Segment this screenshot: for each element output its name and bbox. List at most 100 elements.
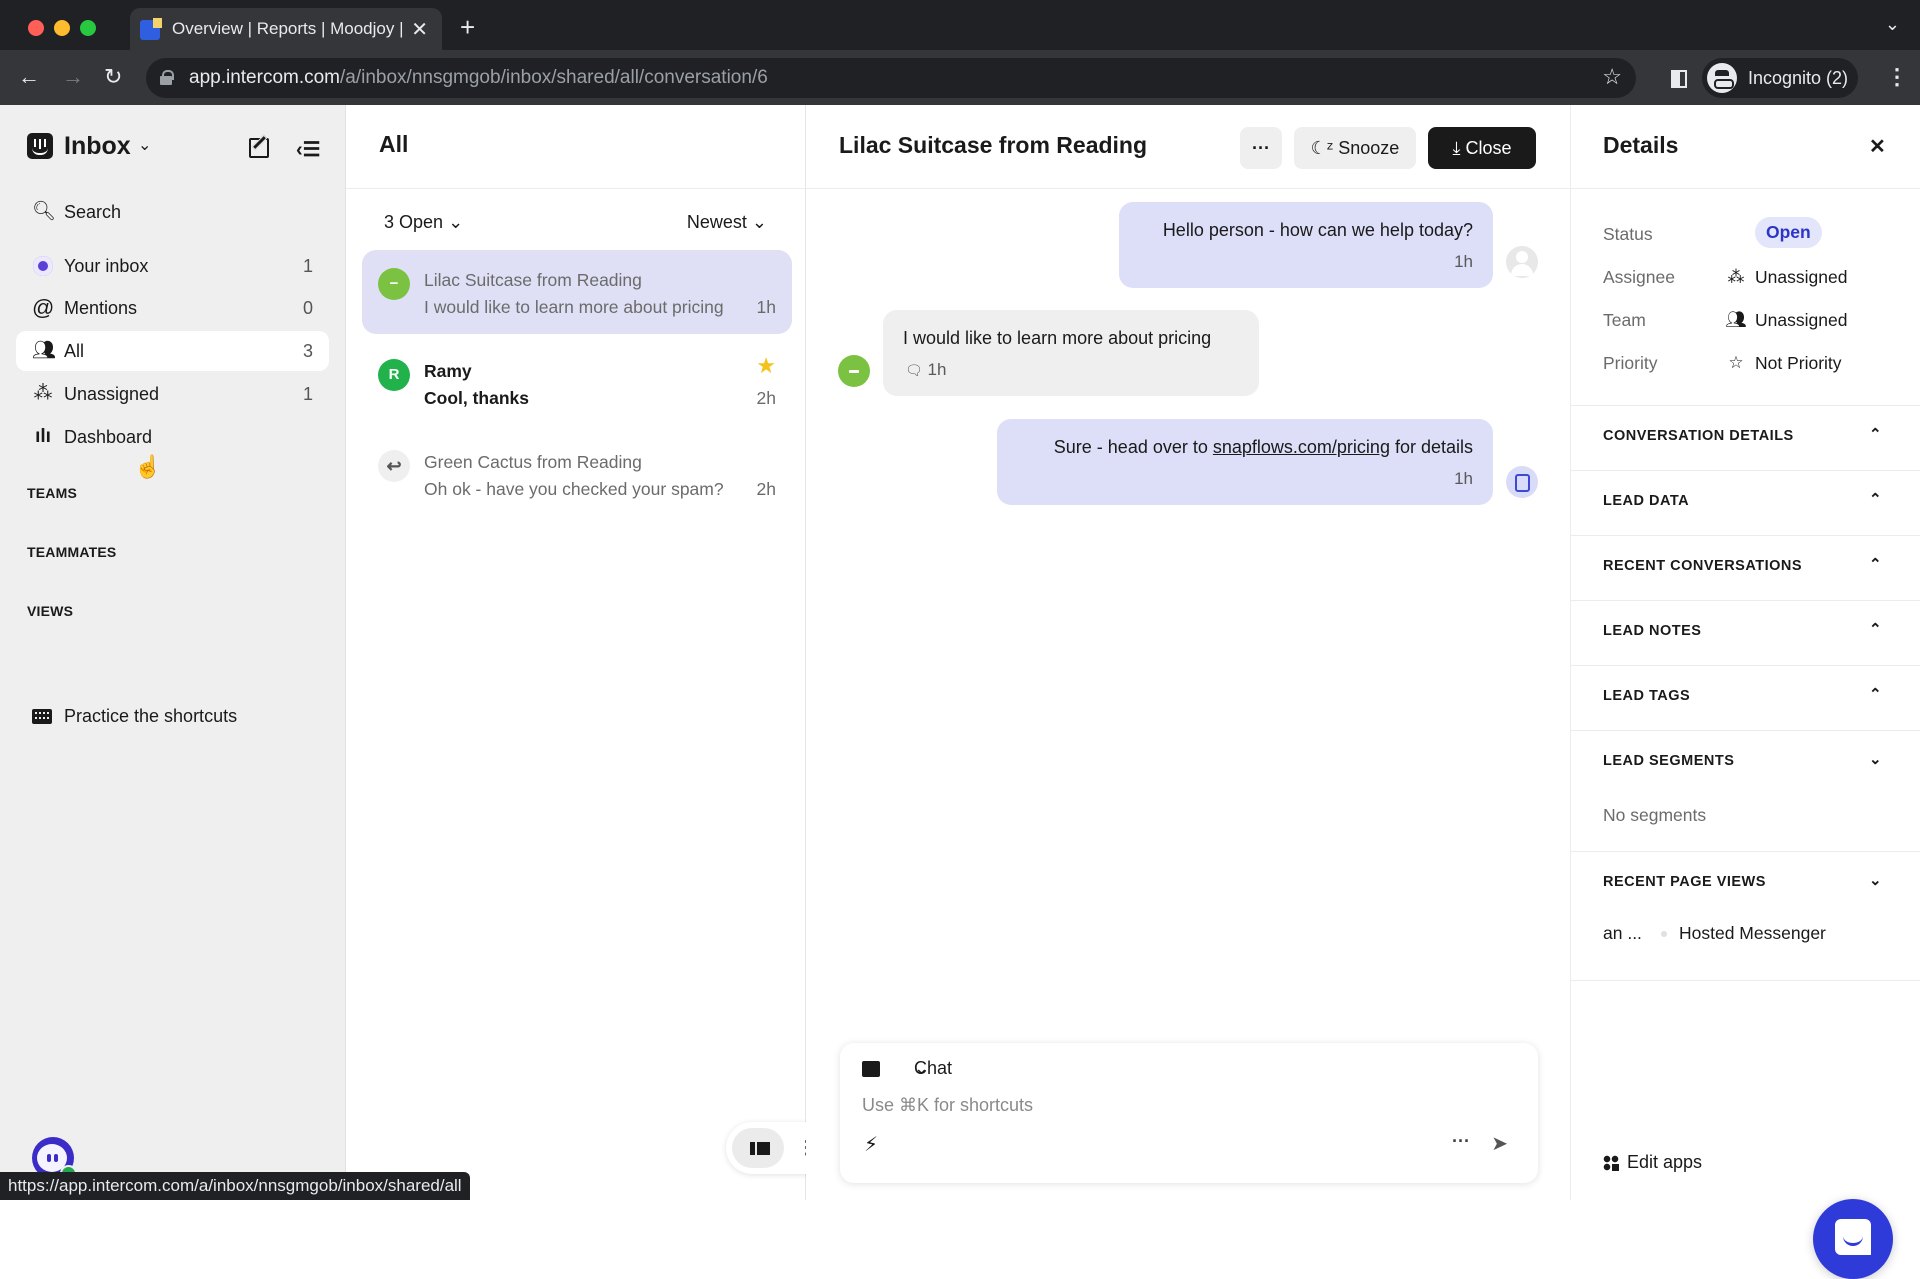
sidebar-item-mentions[interactable]: @ Mentions 0 — [16, 288, 329, 328]
details-title: Details — [1603, 132, 1679, 158]
address-bar[interactable]: app.intercom.com/a/inbox/nnsgmgob/inbox/… — [146, 58, 1636, 98]
bookmark-star-icon[interactable]: ☆ — [1602, 64, 1622, 90]
tab-search-chevron-icon[interactable]: ⌄ — [1885, 14, 1900, 35]
browser-tab[interactable]: Overview | Reports | Moodjoy | ✕ — [130, 8, 442, 50]
page-view-item[interactable]: an ... Hosted Messenger — [1603, 923, 1826, 944]
close-label: Close — [1465, 138, 1512, 158]
conversation-preview: Oh ok - have you checked your spam? — [424, 479, 724, 499]
section-label: LEAD SEGMENTS — [1603, 753, 1735, 769]
conversation-panel: Lilac Suitcase from Reading ··· ☾ᶻ Snooz… — [806, 105, 1570, 1200]
tab-title: Overview | Reports | Moodjoy | — [172, 19, 404, 38]
inbox-switcher[interactable]: Inbox — [64, 132, 131, 161]
tab-close-icon[interactable]: ✕ — [411, 17, 428, 42]
chevron-up-icon: ⌃ — [1869, 556, 1882, 573]
side-panel-icon[interactable] — [1671, 70, 1687, 88]
message-text: Hello person - how can we help today? — [1162, 220, 1473, 240]
section-lead-tags[interactable]: LEAD TAGS ⌃ — [1571, 665, 1920, 730]
chevron-down-icon[interactable]: ⌄ — [138, 135, 151, 155]
shortcuts-label: Practice the shortcuts — [64, 706, 238, 726]
status-filter-dropdown[interactable]: 3 Open ⌄ — [384, 212, 463, 233]
composer-input[interactable]: Use ⌘K for shortcuts — [862, 1095, 1033, 1116]
window-close-button[interactable] — [28, 20, 44, 36]
send-icon[interactable]: ➤ — [1491, 1131, 1508, 1156]
reload-button[interactable]: ↻ — [104, 64, 122, 90]
section-label: LEAD NOTES — [1603, 623, 1702, 639]
split-view-icon[interactable] — [732, 1128, 784, 1168]
compose-icon[interactable] — [249, 138, 269, 158]
chevron-down-icon: ⌄ — [448, 212, 464, 232]
chevron-up-icon: ⌃ — [1869, 491, 1882, 508]
conversation-list-panel: All 3 Open ⌄ Newest ⌄ − Lilac Suitcase f… — [346, 105, 846, 1200]
section-teammates[interactable]: TEAMMATES — [27, 544, 116, 560]
star-icon[interactable]: ★ — [756, 353, 776, 379]
address-url[interactable]: app.intercom.com/a/inbox/nnsgmgob/inbox/… — [189, 67, 768, 89]
section-label: RECENT PAGE VIEWS — [1603, 874, 1766, 890]
new-tab-button[interactable]: + — [460, 12, 475, 43]
section-teams[interactable]: TEAMS — [27, 485, 77, 501]
sidebar-item-your-inbox[interactable]: Your inbox 1 — [16, 246, 329, 286]
conversation-preview: I would like to learn more about pricing — [424, 297, 724, 317]
snooze-button[interactable]: ☾ᶻ Snooze — [1294, 127, 1416, 169]
conversation-item[interactable]: ↩ Green Cactus from Reading Oh ok - have… — [362, 432, 792, 516]
sort-label: Newest — [686, 212, 747, 232]
attribute-label: Team — [1603, 310, 1646, 330]
conversation-header: Lilac Suitcase from Reading ··· ☾ᶻ Snooz… — [806, 105, 1570, 189]
lightning-icon[interactable]: ⚡︎ — [864, 1132, 878, 1157]
your-inbox-icon — [32, 255, 54, 277]
page-view-time: an ... — [1603, 923, 1642, 943]
lock-icon — [160, 70, 174, 85]
conversation-item[interactable]: R Ramy Cool, thanks ★ 2h — [362, 341, 792, 425]
snooze-icon: ☾ᶻ — [1310, 138, 1334, 158]
section-conversation-details[interactable]: CONVERSATION DETAILS ⌃ — [1571, 405, 1920, 470]
sort-dropdown[interactable]: Newest ⌄ — [687, 212, 767, 233]
section-recent-conversations[interactable]: RECENT CONVERSATIONS ⌃ — [1571, 535, 1920, 600]
chevron-up-icon: ⌃ — [1869, 686, 1882, 703]
chat-icon: 🗨︎ — [905, 362, 923, 378]
close-icon[interactable]: ✕ — [1869, 134, 1886, 159]
back-button[interactable]: ← — [18, 64, 40, 90]
message-text: I would like to learn more about pricing — [903, 328, 1212, 348]
section-lead-data[interactable]: LEAD DATA ⌃ — [1571, 470, 1920, 535]
conversation-name: Lilac Suitcase from Reading — [424, 270, 642, 290]
collapse-sidebar-icon[interactable]: ‹☰ — [296, 137, 321, 162]
unassigned-icon: ⁂ — [33, 383, 53, 404]
sidebar-item-count: 1 — [302, 256, 313, 276]
sidebar-search[interactable]: 🔍︎ Search — [16, 192, 329, 232]
profile-button[interactable]: Incognito (2) — [1702, 58, 1858, 98]
star-outline-icon: ☆ — [1728, 353, 1744, 372]
reply-composer[interactable]: Chat ⌄ Use ⌘K for shortcuts ⚡︎ ··· ➤ — [840, 1043, 1538, 1183]
chevron-down-icon: ⌄ — [1869, 751, 1882, 768]
sidebar-item-all[interactable]: 👥︎ All 3 — [16, 331, 329, 371]
section-lead-notes[interactable]: LEAD NOTES ⌃ — [1571, 600, 1920, 665]
chevron-up-icon: ⌃ — [1869, 426, 1882, 443]
browser-tab-strip: Overview | Reports | Moodjoy | ✕ + ⌄ — [0, 0, 1920, 50]
intercom-logo-icon — [27, 133, 53, 159]
section-views[interactable]: VIEWS — [27, 603, 73, 619]
sidebar-item-unassigned[interactable]: ⁂ Unassigned 1 — [16, 374, 329, 414]
more-actions-button[interactable]: ··· — [1240, 127, 1282, 169]
attribute-value: Unassigned — [1755, 267, 1848, 287]
section-label: CONVERSATION DETAILS — [1603, 428, 1794, 444]
incognito-icon — [1707, 63, 1737, 93]
window-maximize-button[interactable] — [80, 20, 96, 36]
browser-menu-icon[interactable]: ⋮ — [1886, 64, 1908, 90]
attribute-label: Status — [1603, 224, 1653, 244]
conversation-item[interactable]: − Lilac Suitcase from Reading I would li… — [362, 250, 792, 334]
message-outgoing: Hello person - how can we help today? 1h — [1119, 202, 1493, 288]
edit-apps-label: Edit apps — [1627, 1152, 1703, 1172]
forward-button[interactable]: → — [62, 64, 84, 90]
attribute-value: Not Priority — [1755, 353, 1842, 373]
messenger-launcher-button[interactable] — [1813, 1199, 1893, 1279]
close-conversation-button[interactable]: ⤓ Close — [1428, 127, 1536, 169]
window-minimize-button[interactable] — [54, 20, 70, 36]
status-badge[interactable]: Open — [1755, 217, 1822, 248]
team-icon: 👥︎ — [1725, 310, 1747, 329]
message-time: 1h — [1454, 252, 1473, 271]
section-lead-segments[interactable]: LEAD SEGMENTS ⌄ — [1571, 730, 1920, 795]
reply-icon: ↩ — [378, 450, 410, 482]
more-options-icon[interactable]: ··· — [1452, 1131, 1470, 1152]
pricing-link[interactable]: snapflows.com/pricing — [1213, 437, 1390, 457]
section-recent-page-views[interactable]: RECENT PAGE VIEWS ⌄ — [1571, 851, 1920, 981]
sidebar-item-dashboard[interactable]: ılı Dashboard — [16, 417, 329, 457]
intercom-favicon-icon — [140, 18, 162, 40]
